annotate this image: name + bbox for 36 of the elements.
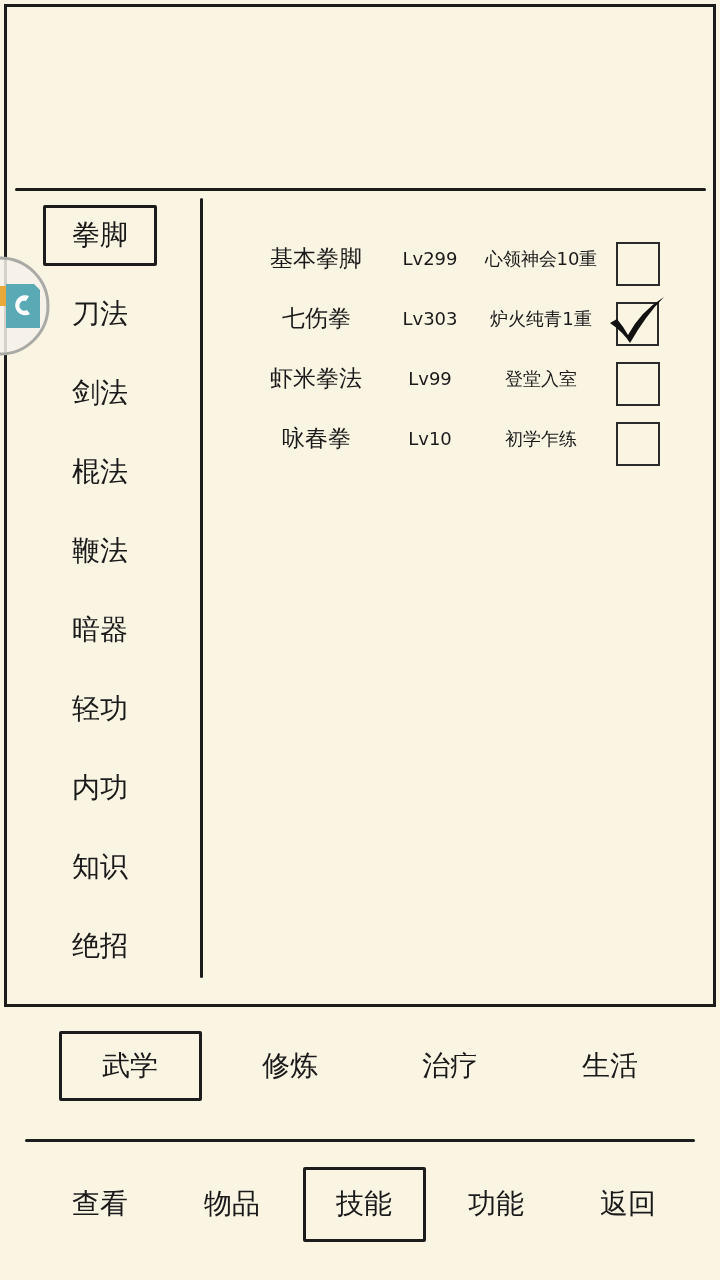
checkbox[interactable] <box>609 296 665 346</box>
checkbox[interactable] <box>616 362 660 406</box>
skill-name: 虾米拳法 <box>269 365 363 393</box>
category-tab[interactable]: 暗器 <box>72 614 128 647</box>
nav-button[interactable]: 物品 <box>204 1188 260 1221</box>
skill-level: Lv299 <box>401 248 459 270</box>
tab[interactable]: 修炼 <box>262 1049 318 1083</box>
skill-name: 咏春拳 <box>280 425 352 453</box>
category-tab[interactable]: 内功 <box>72 772 128 805</box>
category-tab[interactable]: 鞭法 <box>72 535 128 568</box>
category-tab[interactable]: 棍法 <box>72 456 128 489</box>
category-tab[interactable]: 绝招 <box>72 930 128 963</box>
skill-name: 基本拳脚 <box>269 245 363 273</box>
tab[interactable]: 生活 <box>582 1049 638 1083</box>
category-tab[interactable]: 刀法 <box>72 298 128 331</box>
skill-realm: 初学乍练 <box>504 428 578 450</box>
nav-button[interactable]: 技能 <box>302 1167 426 1242</box>
skill-level: Lv10 <box>407 428 453 450</box>
category-tab[interactable]: 知识 <box>72 851 128 884</box>
category-tab[interactable]: 剑法 <box>72 377 128 410</box>
skill-realm: 心领神会10重 <box>483 248 599 270</box>
floating-bubble-icon[interactable] <box>0 256 50 356</box>
nav-button[interactable]: 返回 <box>600 1188 656 1221</box>
skill-realm: 登堂入室 <box>504 368 578 390</box>
skill-realm: 炉火纯青1重 <box>489 308 593 330</box>
category-tab[interactable]: 轻功 <box>72 693 128 726</box>
tab[interactable]: 治疗 <box>422 1049 478 1083</box>
category-tab[interactable]: 拳脚 <box>43 205 157 266</box>
nav-button[interactable]: 功能 <box>468 1188 524 1221</box>
nav-button[interactable]: 查看 <box>72 1188 128 1221</box>
skill-name: 七伤拳 <box>280 305 352 333</box>
skill-level: Lv99 <box>407 368 453 390</box>
checkbox[interactable] <box>616 242 660 286</box>
checkbox[interactable] <box>616 422 660 466</box>
tab[interactable]: 武学 <box>58 1031 202 1101</box>
skill-level: Lv303 <box>401 308 459 330</box>
